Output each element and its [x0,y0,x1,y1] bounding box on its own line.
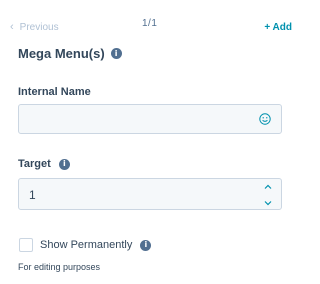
info-icon[interactable]: i [110,48,122,59]
internal-name-label: Internal Name [18,86,91,98]
target-number-input[interactable]: 1 [18,178,282,210]
internal-name-label-text: Internal Name [18,86,91,98]
previous-label: Previous [19,22,59,33]
emoji-icon[interactable] [259,113,271,125]
quantity-stepper [263,181,273,209]
pager-indicator: 1/1 [142,18,158,29]
section-title-text: Mega Menu(s) [18,46,105,61]
show-permanently-label: Show Permanently i [40,239,152,251]
previous-button[interactable]: ‹ Previous [10,21,59,34]
show-permanently-label-text: Show Permanently [40,239,133,251]
info-icon[interactable]: i [58,158,70,170]
show-permanently-checkbox[interactable] [19,238,33,252]
section-title: Mega Menu(s) i [18,46,122,61]
item-navigation: ‹ Previous 1/1 + Add [0,0,300,44]
target-value: 1 [29,188,36,202]
internal-name-input[interactable] [18,104,282,134]
info-icon[interactable]: i [140,239,152,251]
help-text: For editing purposes [18,262,101,272]
chevron-down-icon[interactable] [263,197,273,209]
add-button[interactable]: + Add [264,22,292,33]
chevron-left-icon: ‹ [10,21,14,33]
chevron-up-icon[interactable] [263,181,273,193]
target-label-text: Target [18,158,51,170]
target-label: Target i [18,158,70,170]
